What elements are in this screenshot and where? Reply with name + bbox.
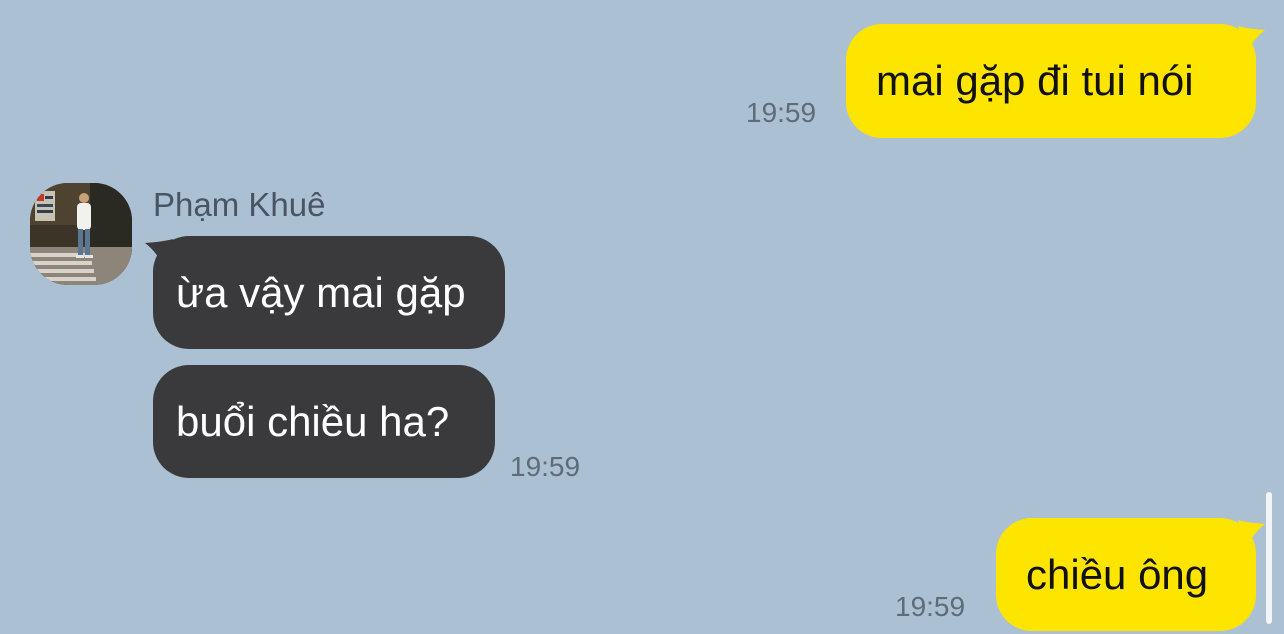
outgoing-message-bubble[interactable]: mai gặp đi tui nói	[846, 24, 1256, 138]
sender-avatar[interactable]	[30, 183, 132, 285]
outgoing-message-bubble[interactable]: chiều ông	[996, 518, 1256, 631]
message-text: ừa vậy mai gặp	[176, 268, 466, 316]
message-timestamp: 19:59	[746, 97, 817, 128]
profile-photo-avatar	[30, 183, 132, 285]
message-text: buổi chiều ha?	[176, 397, 450, 445]
incoming-message-bubble[interactable]: ừa vậy mai gặp	[153, 236, 505, 349]
bubble-tail-icon	[1238, 520, 1265, 548]
bubble-tail-icon	[1238, 26, 1265, 54]
incoming-message-bubble[interactable]: buổi chiều ha?	[153, 365, 495, 478]
message-text: mai gặp đi tui nói	[876, 57, 1194, 104]
scrollbar-thumb[interactable]	[1266, 492, 1272, 624]
sender-name[interactable]: Phạm Khuê	[153, 186, 325, 224]
message-text: chiều ông	[1026, 550, 1209, 598]
message-timestamp: 19:59	[510, 451, 581, 482]
message-timestamp: 19:59	[895, 591, 966, 622]
